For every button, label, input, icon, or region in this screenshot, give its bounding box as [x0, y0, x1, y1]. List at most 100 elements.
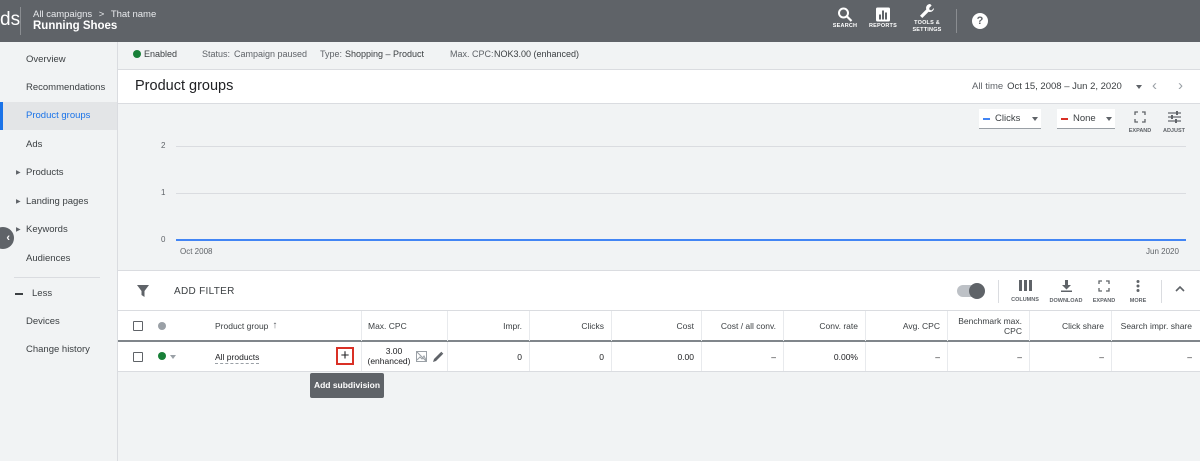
- table-expand-button[interactable]: EXPAND: [1086, 280, 1122, 304]
- columns-button[interactable]: COLUMNS: [1007, 280, 1043, 303]
- enabled-label[interactable]: Enabled: [144, 42, 177, 67]
- sidebar-item-devices[interactable]: Devices: [0, 308, 117, 336]
- image-off-icon: [416, 351, 427, 362]
- toolbar-divider: [1161, 280, 1162, 303]
- download-button[interactable]: DOWNLOAD: [1048, 280, 1084, 304]
- toolbar-divider: [998, 280, 999, 303]
- segment-toggle[interactable]: [957, 283, 985, 299]
- column-header-impr[interactable]: Impr.: [448, 311, 530, 341]
- edit-pencil-icon[interactable]: [433, 351, 444, 362]
- y-tick-label: 1: [161, 188, 166, 197]
- wrench-icon: [919, 4, 934, 18]
- x-tick-label: Oct 2008: [180, 247, 213, 256]
- page-title: Product groups: [135, 78, 234, 94]
- sidebar-item-label: Product groups: [26, 110, 91, 121]
- metric-primary-swatch: [983, 118, 990, 120]
- column-header-search-share[interactable]: Search impr. share: [1112, 311, 1200, 341]
- chart-adjust-button[interactable]: ADJUST: [1160, 111, 1188, 134]
- reports-button[interactable]: REPORTS: [868, 6, 898, 38]
- settings-label: SETTINGS: [912, 27, 942, 33]
- metric-secondary-swatch: [1061, 118, 1068, 120]
- clicks-value: 0: [599, 351, 604, 362]
- type-key: Type:: [320, 49, 343, 59]
- add-subdivision-button[interactable]: +: [336, 347, 354, 365]
- breadcrumb-current[interactable]: That name: [111, 9, 156, 20]
- enabled-status-dot: [133, 50, 141, 58]
- select-all-checkbox[interactable]: [133, 321, 143, 331]
- chevron-down-icon[interactable]: [170, 355, 176, 359]
- column-header-cost-per-conv[interactable]: Cost / all conv.: [702, 311, 784, 341]
- column-header-max-cpc[interactable]: Max. CPC: [362, 311, 448, 341]
- status-column-icon[interactable]: [158, 322, 166, 330]
- sidebar-item-audiences[interactable]: Audiences: [0, 245, 117, 273]
- table-row: All products + 3.00 (enhanced) 0 0 0.00 …: [118, 342, 1200, 372]
- chevron-up-icon[interactable]: [1174, 283, 1186, 295]
- search-button[interactable]: SEARCH: [832, 6, 858, 38]
- sidebar-item-change-history[interactable]: Change history: [0, 336, 117, 364]
- brand-logo-fragment[interactable]: ds: [0, 9, 20, 31]
- campaign-status-bar: Enabled Status: Campaign paused Type: Sh…: [118, 42, 1200, 69]
- column-header-benchmark[interactable]: Benchmark max. CPC: [948, 311, 1030, 341]
- sidebar-item-recommendations[interactable]: Recommendations: [0, 74, 117, 102]
- sidebar-item-ads[interactable]: Ads: [0, 131, 117, 159]
- date-range-picker[interactable]: All time Oct 15, 2008 – Jun 2, 2020: [972, 81, 1122, 92]
- search-share-value: –: [1187, 351, 1192, 362]
- sidebar-item-products[interactable]: ▶ Products: [0, 159, 117, 187]
- filter-icon[interactable]: [137, 285, 149, 297]
- product-group-name[interactable]: All products: [215, 352, 260, 364]
- sidebar-less-toggle[interactable]: Less: [0, 280, 117, 308]
- page-header: Product groups All time Oct 15, 2008 – Ju…: [118, 69, 1200, 104]
- plus-icon: +: [340, 347, 350, 364]
- y-tick-label: 2: [161, 141, 166, 150]
- fullscreen-icon: [1098, 280, 1110, 292]
- column-header-click-share[interactable]: Click share: [1030, 311, 1112, 341]
- max-cpc-value[interactable]: 3.00 (enhanced): [366, 346, 412, 366]
- column-header-cost[interactable]: Cost: [612, 311, 702, 341]
- cost-value: 0.00: [677, 351, 694, 362]
- sidebar-item-label: Landing pages: [26, 196, 89, 207]
- type-value: Shopping – Product: [345, 49, 425, 59]
- chart-expand-label: EXPAND: [1128, 128, 1152, 134]
- tools-settings-button[interactable]: TOOLS & SETTINGS: [910, 3, 944, 35]
- breadcrumb-all-campaigns[interactable]: All campaigns: [33, 9, 92, 20]
- column-header-clicks[interactable]: Clicks: [530, 311, 612, 341]
- chart-expand-button[interactable]: EXPAND: [1126, 111, 1154, 134]
- metric-primary-label: Clicks: [995, 113, 1021, 124]
- sidebar-item-keywords[interactable]: ▶ Keywords: [0, 216, 117, 244]
- download-label: DOWNLOAD: [1049, 298, 1083, 304]
- row-status-dot[interactable]: [158, 352, 166, 360]
- chevron-down-icon: [1032, 117, 1038, 121]
- top-bar: ds All campaigns > That name Running Sho…: [0, 0, 1200, 42]
- columns-label: COLUMNS: [1011, 297, 1039, 303]
- more-button[interactable]: MORE: [1120, 280, 1156, 304]
- help-icon[interactable]: ?: [972, 13, 988, 29]
- date-dropdown-arrow-icon[interactable]: [1136, 85, 1142, 89]
- chart-gridline: [176, 146, 1186, 147]
- avg-cpc-value: –: [935, 351, 940, 362]
- column-header-product-group[interactable]: Product group ↑: [215, 311, 361, 341]
- metric-selector-secondary[interactable]: None: [1057, 109, 1115, 129]
- sidebar-item-label: Devices: [26, 316, 60, 327]
- chevron-left-icon[interactable]: ‹: [1152, 77, 1157, 94]
- metric-selector-primary[interactable]: Clicks: [979, 109, 1041, 129]
- add-filter-button[interactable]: ADD FILTER: [174, 286, 235, 297]
- sidebar-item-label: Recommendations: [26, 82, 106, 93]
- sidebar-item-landing-pages[interactable]: ▶ Landing pages: [0, 188, 117, 216]
- columns-icon: [1018, 280, 1032, 291]
- sidebar-item-overview[interactable]: Overview: [0, 46, 117, 74]
- breadcrumb: All campaigns > That name: [33, 9, 156, 20]
- chevron-right-icon[interactable]: ›: [1178, 77, 1183, 94]
- campaign-name[interactable]: Running Shoes: [33, 20, 117, 32]
- table-header-row: Product group ↑ Max. CPC Impr. Clicks Co…: [118, 310, 1200, 342]
- series-line-clicks[interactable]: [176, 239, 1186, 241]
- column-header-conv-rate[interactable]: Conv. rate: [784, 311, 866, 341]
- sidebar-item-product-groups[interactable]: Product groups: [0, 102, 117, 130]
- row-checkbox[interactable]: [133, 352, 143, 362]
- performance-chart-panel: Clicks None EXPAND ADJUST 0 1 2 Oct 2008 Jun…: [118, 104, 1200, 269]
- status-value: Campaign paused: [234, 49, 308, 59]
- chevron-down-icon: [1106, 117, 1112, 121]
- chevron-left-icon: ‹: [6, 232, 10, 244]
- table-toolbar: ADD FILTER COLUMNS DOWNLOAD EXPAND MORE: [118, 270, 1200, 310]
- column-header-avg-cpc[interactable]: Avg. CPC: [866, 311, 948, 341]
- reports-label: REPORTS: [869, 23, 897, 29]
